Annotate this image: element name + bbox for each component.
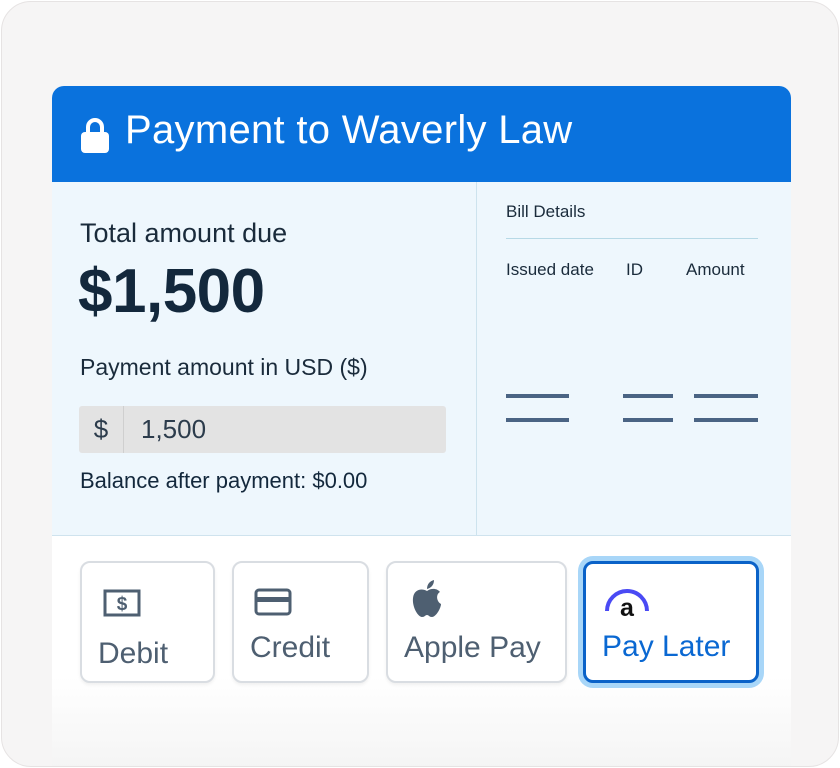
page-title: Payment to Waverly Law (125, 108, 573, 152)
total-due-value: $1,500 (78, 257, 265, 326)
method-label-credit: Credit (250, 631, 331, 664)
placeholder-line (623, 394, 673, 398)
credit-card-icon (254, 588, 292, 616)
svg-text:a: a (620, 594, 635, 619)
payment-details-panel: Total amount due $1,500 Payment amount i… (52, 182, 791, 536)
balance-after-payment: Balance after payment: $0.00 (80, 468, 368, 493)
placeholder-line (694, 394, 758, 398)
method-credit-button[interactable]: Credit (232, 561, 369, 683)
svg-text:$: $ (117, 594, 128, 615)
affirm-logo-icon: a (605, 589, 649, 619)
placeholder-line (506, 418, 569, 422)
payment-amount-label: Payment amount in USD ($) (80, 354, 368, 380)
currency-prefix: $ (79, 406, 124, 453)
method-label-debit: Debit (98, 637, 169, 670)
method-apple-pay-button[interactable]: Apple Pay (386, 561, 567, 683)
panel-divider (476, 182, 477, 535)
method-label-pay-later: Pay Later (602, 630, 731, 663)
payment-header: Payment to Waverly Law (52, 86, 791, 182)
method-label-apple-pay: Apple Pay (404, 631, 541, 664)
column-id: ID (626, 260, 643, 279)
method-debit-button[interactable]: $ Debit (80, 561, 215, 683)
payment-amount-input[interactable] (124, 406, 423, 453)
payment-card: Payment to Waverly Law Total amount due … (52, 86, 791, 766)
lock-icon (81, 118, 109, 153)
payment-methods: $ Debit Credit Apple Pay a Pay Later (52, 536, 791, 766)
placeholder-line (623, 418, 673, 422)
dollar-bill-icon: $ (103, 589, 141, 617)
bill-details-rule (506, 238, 758, 239)
payment-amount-field[interactable]: $ (79, 406, 446, 453)
placeholder-line (506, 394, 569, 398)
total-due-label: Total amount due (80, 218, 288, 248)
column-issued-date: Issued date (506, 260, 594, 279)
apple-icon (412, 580, 441, 617)
frame: Payment to Waverly Law Total amount due … (1, 1, 839, 767)
method-pay-later-button[interactable]: a Pay Later (583, 561, 759, 683)
bill-details-title: Bill Details (506, 202, 586, 221)
column-amount: Amount (686, 260, 745, 279)
placeholder-line (694, 418, 758, 422)
